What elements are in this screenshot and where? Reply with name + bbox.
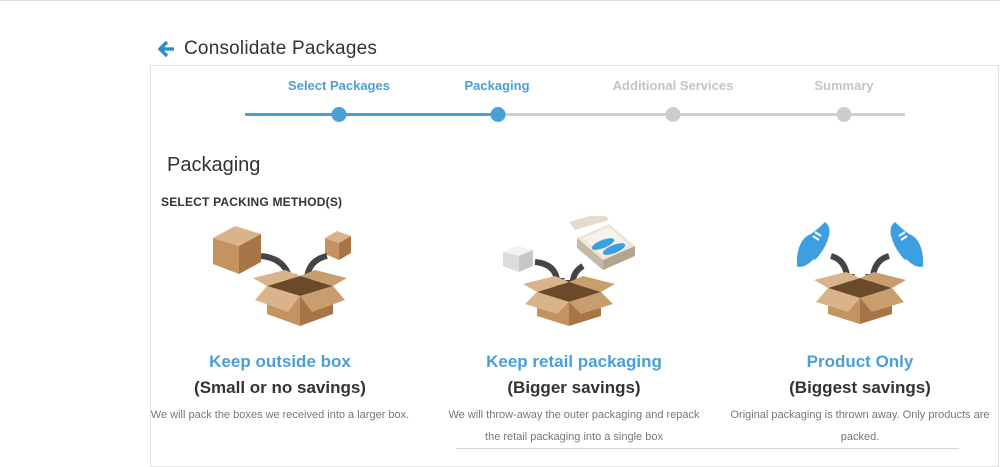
step-dot-select-packages[interactable] [331, 107, 347, 122]
boxes-into-box-icon [213, 226, 351, 326]
option-description: We will pack the boxes we received into … [150, 409, 410, 421]
option-title: Keep retail packaging [486, 352, 662, 371]
option-title: Product Only [806, 352, 914, 371]
option-title: Keep outside box [209, 352, 351, 371]
option-keep-retail-packaging[interactable]: Keep retail packaging (Bigger savings) W… [434, 216, 714, 448]
step-dot-additional-services[interactable] [665, 107, 681, 122]
page-title: Consolidate Packages [184, 38, 378, 59]
stepper-track-completed [245, 113, 498, 116]
option-subtitle: (Biggest savings) [789, 378, 931, 397]
section-subtitle: SELECT PACKING METHOD(S) [161, 195, 343, 209]
step-dot-packaging[interactable] [490, 107, 506, 122]
shoes-into-box-icon [796, 222, 924, 324]
option-subtitle: (Bigger savings) [507, 378, 641, 397]
step-dot-summary[interactable] [836, 107, 852, 122]
option-description: We will throw-away the outer packaging a… [448, 409, 700, 443]
stepper: Select Packages Packaging Additional Ser… [151, 66, 998, 136]
option-description: Original packaging is thrown away. Only … [730, 409, 990, 443]
step-label-packaging[interactable]: Packaging [464, 78, 529, 93]
section-title: Packaging [167, 154, 261, 176]
option-product-only[interactable]: Product Only (Biggest savings) Original … [720, 216, 1000, 448]
consolidate-panel: Select Packages Packaging Additional Ser… [150, 65, 999, 467]
option-keep-outside-box[interactable]: Keep outside box (Small or no savings) W… [140, 216, 420, 426]
step-label-additional-services[interactable]: Additional Services [613, 78, 734, 93]
step-label-summary[interactable]: Summary [814, 78, 873, 93]
arrow-left-icon[interactable] [158, 39, 176, 59]
top-divider [0, 0, 1000, 1]
option-subtitle: (Small or no savings) [194, 378, 366, 397]
step-label-select-packages[interactable]: Select Packages [288, 78, 390, 93]
page-header: Consolidate Packages [158, 38, 377, 60]
shoebox-into-box-icon [503, 216, 635, 326]
